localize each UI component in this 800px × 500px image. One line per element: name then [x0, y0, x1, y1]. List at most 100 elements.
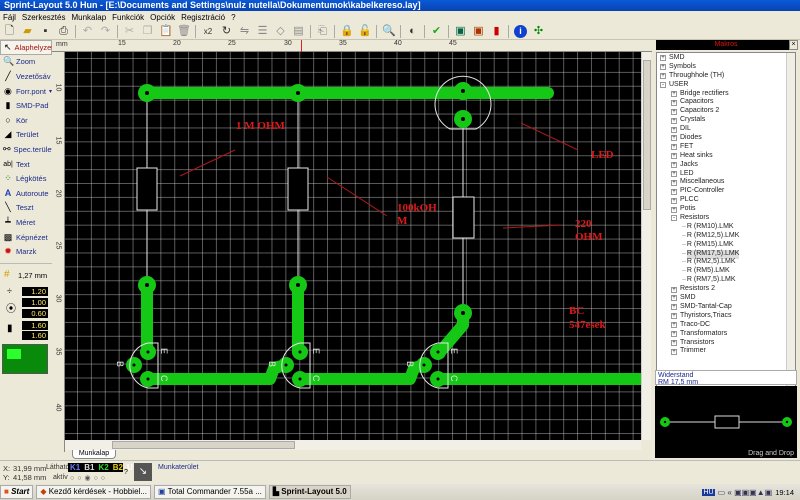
smd-height-value[interactable]: 1.60 — [22, 330, 48, 340]
tree-item[interactable]: + Thyristors,Triacs — [660, 312, 795, 321]
smd-width-value[interactable]: 1.60 — [22, 320, 48, 330]
tree-item[interactable]: – R (RM7,5).LMK — [660, 276, 795, 285]
tool-airwire[interactable]: ⁘ Légkötés — [0, 171, 52, 186]
expand-icon[interactable]: + — [671, 322, 677, 329]
menu-file[interactable]: Fájl — [3, 13, 16, 22]
expand-icon[interactable]: + — [660, 55, 666, 62]
tool-zoom[interactable]: 🔍 Zoom — [0, 55, 52, 70]
tree-item[interactable]: + Capacitors 2 — [660, 107, 795, 116]
tree-item[interactable]: + Symbols — [660, 63, 795, 72]
menu-register[interactable]: Regisztráció — [181, 13, 225, 22]
tool-test[interactable]: ╲ Teszt — [0, 201, 52, 216]
language-indicator[interactable]: HU — [702, 488, 715, 496]
tree-item[interactable]: + Capacitors — [660, 98, 795, 107]
pad-inner-value[interactable]: 0.60 — [22, 308, 48, 318]
expand-icon[interactable]: + — [671, 206, 677, 213]
tool-circle[interactable]: ○ Kör — [0, 113, 52, 128]
close-icon[interactable]: × — [789, 40, 798, 50]
expand-icon[interactable]: + — [671, 331, 677, 338]
start-button[interactable]: ■ Start — [0, 485, 34, 499]
connect-icon[interactable]: ✣ — [532, 25, 545, 38]
tree-item[interactable]: + Bridge rectifiers — [660, 90, 795, 99]
expand-icon[interactable]: + — [660, 64, 666, 71]
expand-icon[interactable]: + — [671, 179, 677, 186]
task-button[interactable]: ▣ Total Commander 7.55a ... — [153, 485, 266, 499]
expand-icon[interactable]: + — [671, 286, 677, 293]
help-mark[interactable]: ? — [124, 469, 128, 476]
grid-icon[interactable]: # — [4, 269, 10, 280]
active-layer-radios[interactable]: ○○◉○○ — [70, 474, 108, 482]
tool-area[interactable]: ◢ Terület — [0, 128, 52, 143]
tree-scrollbar[interactable] — [786, 53, 795, 389]
tree-item[interactable]: + DIL — [660, 125, 795, 134]
sheet-tab[interactable]: Munkalap — [72, 450, 116, 459]
vertical-scrollbar[interactable] — [641, 52, 651, 440]
pad-outer-value[interactable]: 1.00 — [22, 297, 48, 307]
import-icon[interactable]: ⎗ — [316, 25, 329, 38]
expand-icon[interactable]: + — [671, 117, 677, 124]
x2-button[interactable]: x2 — [201, 25, 215, 38]
tree-item[interactable]: + PIC-Controller — [660, 187, 795, 196]
mirror-icon[interactable]: ⇋ — [238, 25, 251, 38]
layers-icon[interactable]: ▤ — [292, 25, 305, 38]
tree-item[interactable]: + PLCC — [660, 196, 795, 205]
tree-item[interactable]: + LED — [660, 170, 795, 179]
task-button[interactable]: ◆ Kezdő kérdések - Hobbiel... — [36, 485, 151, 499]
expand-icon[interactable]: + — [671, 188, 677, 195]
tree-item[interactable]: – R (RM12,5).LMK — [660, 232, 795, 241]
track-mode-button[interactable]: ↘ — [134, 463, 152, 481]
tree-item[interactable]: - Resistors — [660, 214, 795, 223]
align-icon[interactable]: ☰ — [256, 25, 269, 38]
info-icon[interactable]: i — [514, 24, 527, 38]
tree-item[interactable]: – R (RM5).LMK — [660, 267, 795, 276]
expand-icon[interactable]: + — [660, 73, 666, 80]
tree-item[interactable]: + Trimmer — [660, 347, 795, 356]
menu-sheet[interactable]: Munkalap — [71, 13, 106, 22]
tool-pad[interactable]: ◉ Forr.pont ▾ — [0, 84, 52, 99]
tree-item[interactable]: + Transistors — [660, 339, 795, 348]
menu-edit[interactable]: Szerkesztés — [22, 13, 66, 22]
tree-item[interactable]: - USER — [660, 81, 795, 90]
open-folder-icon[interactable]: ▰ — [21, 25, 34, 38]
tree-item[interactable]: + Diodes — [660, 134, 795, 143]
menu-help[interactable]: ? — [231, 13, 235, 22]
horizontal-scrollbar[interactable] — [65, 440, 641, 450]
component-icon[interactable]: ▮ — [490, 25, 503, 38]
expand-icon[interactable]: + — [671, 108, 677, 115]
unlock-icon[interactable]: 🔓 — [358, 25, 372, 38]
new-file-icon[interactable]: 🗋 — [3, 25, 16, 38]
macro-preview[interactable]: Drag and Drop — [655, 386, 797, 458]
layer-b1[interactable]: B1 — [82, 463, 96, 472]
menu-functions[interactable]: Funkciók — [112, 13, 144, 22]
tool-smd-pad[interactable]: ▮ SMD-Pad — [0, 98, 52, 113]
tree-item[interactable]: + Transformators — [660, 330, 795, 339]
expand-icon[interactable]: + — [671, 171, 677, 178]
expand-icon[interactable]: + — [671, 304, 677, 311]
tree-item[interactable]: – R (RM2,5).LMK — [660, 258, 795, 267]
tree-item[interactable]: + Jacks — [660, 161, 795, 170]
tree-item[interactable]: + SMD-Tantal-Cap — [660, 303, 795, 312]
tree-item[interactable]: – R (RM17,5).LMK — [660, 249, 795, 259]
layer-visibility[interactable]: K1 B1 K2 B2 U — [68, 463, 133, 472]
expand-icon[interactable]: + — [671, 162, 677, 169]
tool-track[interactable]: ╱ Vezetősáv — [0, 69, 52, 84]
expand-icon[interactable]: + — [671, 91, 677, 97]
task-button-active[interactable]: ▙ Sprint-Layout 5.0 — [268, 485, 351, 499]
pacman-icon[interactable]: ◐ — [406, 25, 419, 38]
expand-icon[interactable]: + — [671, 126, 677, 133]
expand-icon[interactable]: + — [671, 295, 677, 302]
tool-select[interactable]: ↖ Alaphelyzet — [0, 40, 53, 55]
pcb-canvas[interactable]: E C B E C B E C B 1 M OHM 100kOH M LED 2… — [65, 52, 641, 440]
layer-color-preview[interactable] — [2, 343, 48, 374]
layer-b2[interactable]: B2 — [111, 463, 125, 472]
tree-item[interactable]: + Traco-DC — [660, 321, 795, 330]
tool-autoroute[interactable]: A Autoroute — [0, 186, 52, 201]
tree-item[interactable]: + FET — [660, 143, 795, 152]
grid-size[interactable]: 1,27 mm — [18, 271, 47, 280]
group-icon[interactable]: ◇ — [274, 25, 287, 38]
tree-item[interactable]: + Resistors 2 — [660, 285, 795, 294]
tree-item[interactable]: + Heat sinks — [660, 152, 795, 161]
tree-item[interactable]: + SMD — [660, 294, 795, 303]
tree-item[interactable]: + Miscellaneous — [660, 178, 795, 187]
delete-icon[interactable]: 🗑 — [177, 25, 191, 38]
